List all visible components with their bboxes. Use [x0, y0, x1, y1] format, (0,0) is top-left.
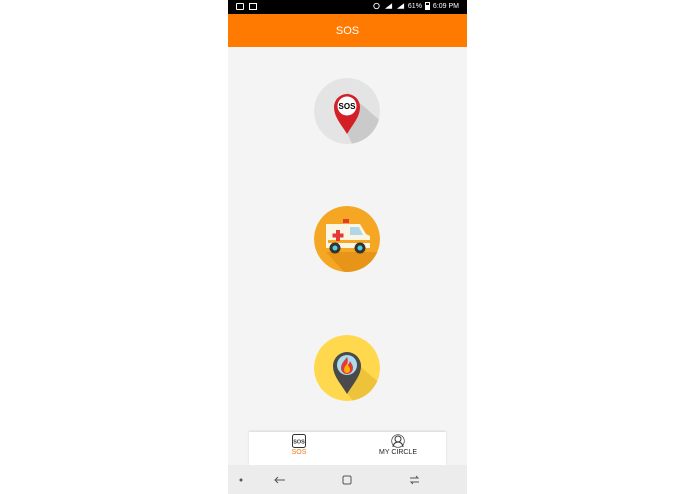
sos-tab-icon: SOS [292, 434, 306, 448]
tab-sos[interactable]: SOS SOS [279, 434, 319, 464]
sos-pin-label: SOS [339, 102, 357, 111]
tab-sos-label: SOS [291, 449, 307, 456]
sos-pin-icon: SOS [314, 78, 380, 144]
ambulance-icon [314, 206, 380, 272]
ambulance-button[interactable] [314, 206, 380, 272]
back-arrow-icon[interactable] [274, 473, 286, 486]
wifi-signal-icon [384, 3, 393, 9]
status-bar: 61% 6:09 PM [228, 0, 467, 14]
svg-text:SOS: SOS [293, 440, 305, 446]
clock-time: 6:09 PM [432, 2, 459, 10]
tab-my-circle-label: MY CIRCLE [379, 449, 417, 456]
system-navigation-bar [228, 465, 467, 494]
actions-list: SOS [228, 47, 467, 432]
phone-screen: 61% 6:09 PM SOS SOS SOS SOS MY CIRCLE [228, 0, 467, 494]
battery-percent: 61% [407, 2, 422, 10]
nav-dot-icon[interactable] [239, 473, 243, 486]
battery-icon [424, 2, 430, 10]
app-bar: SOS [228, 14, 467, 47]
gallery-notification-icon [236, 3, 244, 10]
sos-button[interactable]: SOS [314, 78, 380, 144]
fire-button[interactable] [314, 335, 380, 401]
circle-tab-icon [391, 434, 405, 448]
fire-location-icon [314, 335, 380, 401]
bottom-navigation: SOS SOS MY CIRCLE [249, 432, 446, 465]
cell-signal-icon [396, 3, 405, 9]
recent-apps-icon[interactable] [409, 473, 420, 486]
home-square-icon[interactable] [342, 473, 352, 486]
alarm-icon [373, 2, 380, 10]
laptop-notification-icon [249, 3, 257, 10]
page-title: SOS [335, 24, 360, 37]
tab-my-circle[interactable]: MY CIRCLE [366, 434, 430, 464]
